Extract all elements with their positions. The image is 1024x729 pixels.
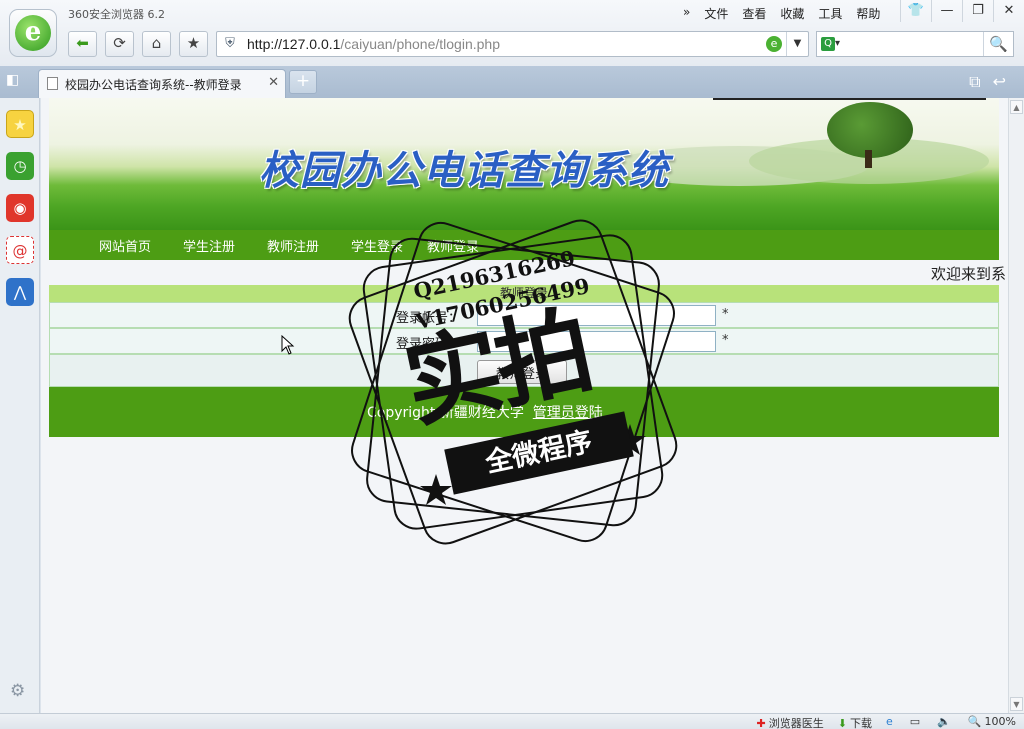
bookmark-star-button[interactable]: ★ <box>179 31 208 57</box>
restore-button[interactable]: ❐ <box>962 0 993 22</box>
site-banner: 校园办公电话查询系统 <box>49 98 999 230</box>
restore-tabs-icon[interactable]: ⧉ <box>969 72 980 92</box>
sidebar-toggle-icon[interactable]: ◧ <box>6 72 19 88</box>
address-bar[interactable]: ⛨ http://127.0.0.1/caiyuan/phone/tlogin.… <box>216 31 809 57</box>
apps-icon[interactable]: ⋀ <box>6 278 34 306</box>
favorites-star-icon[interactable]: ★ <box>6 110 34 138</box>
menu-help[interactable]: 帮助 <box>849 4 887 23</box>
menu-favorites[interactable]: 收藏 <box>773 4 811 23</box>
menu-more-icon[interactable]: » <box>676 4 697 23</box>
title-bar: e 360安全浏览器 6.2 » 文件 查看 收藏 工具 帮助 👕 — ❐ ✕ … <box>0 0 1024 66</box>
render-mode-icon[interactable]: e <box>766 36 782 52</box>
address-text[interactable]: http://127.0.0.1/caiyuan/phone/tlogin.ph… <box>247 36 500 52</box>
nav-student-login[interactable]: 学生登录 <box>351 236 403 255</box>
gear-icon[interactable]: ⚙ <box>10 681 25 701</box>
ie-mode-icon[interactable]: e <box>886 715 896 729</box>
mail-icon[interactable]: @ <box>6 236 34 264</box>
tab-teacher-login[interactable]: 校园办公电话查询系统--教师登录 ✕ <box>38 69 286 98</box>
menu-tools[interactable]: 工具 <box>811 4 849 23</box>
page-icon <box>47 77 58 90</box>
tab-strip: ◧ 校园办公电话查询系统--教师登录 ✕ <box>0 66 1024 98</box>
minimize-button[interactable]: — <box>931 0 962 22</box>
sound-icon[interactable]: 🔈 <box>937 715 954 729</box>
nav-student-register[interactable]: 学生注册 <box>183 236 235 255</box>
app-title: 360安全浏览器 6.2 <box>68 8 165 21</box>
zoom-level[interactable]: 🔍 100% <box>968 715 1016 729</box>
refresh-button[interactable]: ⟳ <box>105 31 134 57</box>
shield-icon: ⛨ <box>225 36 235 51</box>
search-engine-icon[interactable]: Q ▾ <box>821 36 843 52</box>
mouse-cursor-icon <box>281 335 295 355</box>
window-controls: 👕 — ❐ ✕ <box>900 0 1024 22</box>
download-manager[interactable]: ⬇ 下载 <box>838 715 872 729</box>
window-icon[interactable]: ▭ <box>910 715 923 729</box>
skin-icon[interactable]: 👕 <box>900 0 931 22</box>
menu-bar: » 文件 查看 收藏 工具 帮助 <box>676 4 887 23</box>
nav-teacher-login[interactable]: 教师登录 <box>427 236 479 255</box>
scroll-down-icon[interactable]: ▼ <box>1010 697 1023 711</box>
welcome-marquee: 欢迎来到系 <box>921 260 1008 282</box>
menu-file[interactable]: 文件 <box>697 4 735 23</box>
vertical-scrollbar[interactable]: ▲ ▼ <box>1008 98 1024 713</box>
tab-tools: ⧉ ↩ <box>969 72 1006 92</box>
address-dropdown-icon[interactable]: ▼ <box>786 32 808 56</box>
nav-teacher-register[interactable]: 教师注册 <box>267 236 319 255</box>
required-mark: * <box>722 307 729 322</box>
left-sidebar: ★ ◷ ◉ @ ⋀ ⚙ <box>0 98 40 713</box>
history-clock-icon[interactable]: ◷ <box>6 152 34 180</box>
required-mark: * <box>722 333 729 348</box>
undo-close-icon[interactable]: ↩ <box>993 72 1006 92</box>
close-window-button[interactable]: ✕ <box>993 0 1024 22</box>
status-bar: ✚ 浏览器医生 ⬇ 下载 e ▭ 🔈 🔍 100% <box>0 713 1024 729</box>
search-box[interactable]: Q ▾ 🔍 <box>816 31 1014 57</box>
back-button[interactable]: ⬅ <box>68 31 97 57</box>
tab-title: 校园办公电话查询系统--教师登录 <box>65 78 242 92</box>
new-tab-button[interactable]: + <box>289 70 317 94</box>
site-title: 校园办公电话查询系统 <box>259 147 669 194</box>
weibo-icon[interactable]: ◉ <box>6 194 34 222</box>
browser-logo-icon: e <box>9 9 57 57</box>
tab-close-icon[interactable]: ✕ <box>268 75 279 90</box>
search-icon[interactable]: 🔍 <box>983 32 1013 56</box>
welcome-text: 欢迎来到系 <box>931 265 1007 282</box>
home-button[interactable]: ⌂ <box>142 31 171 57</box>
browser-doctor[interactable]: ✚ 浏览器医生 <box>757 715 824 729</box>
nav-home[interactable]: 网站首页 <box>99 236 151 255</box>
scroll-up-icon[interactable]: ▲ <box>1010 100 1023 114</box>
menu-view[interactable]: 查看 <box>735 4 773 23</box>
